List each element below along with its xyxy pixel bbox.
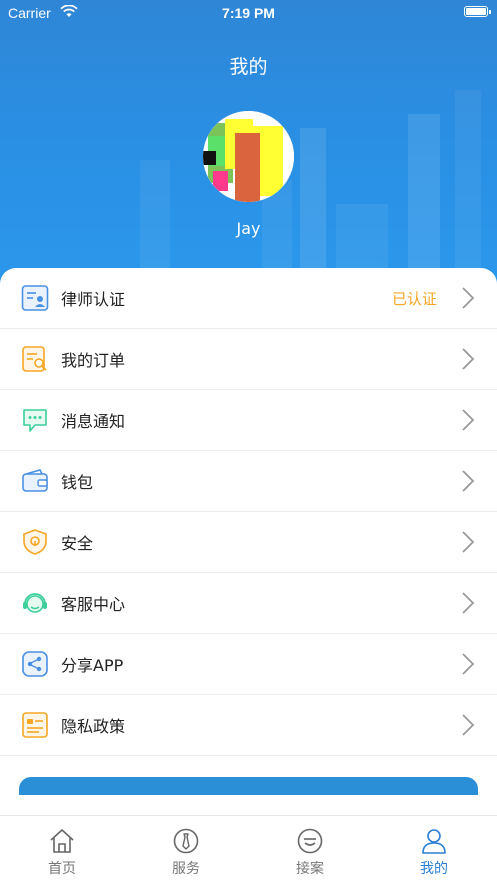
order-icon [21,345,49,373]
privacy-icon [21,711,49,739]
share-icon [21,650,49,678]
lawyer-certify-icon [21,284,49,312]
menu-label: 客服中心 [61,595,126,614]
menu-label: 律师认证 [61,290,126,309]
tab-bar: 首页 服务 接案 我的 [0,815,497,883]
tab-home[interactable]: 首页 [0,816,124,884]
message-icon [21,406,49,434]
menu-label: 隐私政策 [61,717,126,736]
chevron-right-icon [461,713,475,737]
menu-label: 钱包 [61,473,94,492]
chevron-right-icon [461,652,475,676]
wallet-icon [21,467,49,495]
tab-services[interactable]: 服务 [124,816,248,884]
shield-icon [21,528,49,556]
menu-label: 分享APP [61,656,124,675]
chevron-right-icon [461,286,475,310]
page-title: 我的 [229,56,268,78]
menu-item-security[interactable]: 安全 [0,512,497,573]
chevron-right-icon [461,591,475,615]
tab-label: 接案 [296,861,324,877]
case-icon [297,828,323,854]
tab-label: 我的 [420,861,448,877]
menu-item-customer-service[interactable]: 客服中心 [0,573,497,634]
battery-icon [464,6,491,17]
status-time: 7:19 PM [222,5,275,21]
username: Jay [236,219,261,238]
menu-label: 我的订单 [61,351,126,370]
tab-label: 首页 [48,861,76,877]
menu-label: 消息通知 [61,412,126,431]
content-divider-area [0,795,497,815]
menu-item-lawyer-certification[interactable]: 律师认证 已认证 [0,268,497,329]
chevron-right-icon [461,530,475,554]
tab-accept-case[interactable]: 接案 [248,816,372,884]
tie-icon [173,828,199,854]
menu-item-notifications[interactable]: 消息通知 [0,390,497,451]
avatar[interactable] [203,111,294,202]
tab-mine[interactable]: 我的 [372,816,496,884]
chevron-right-icon [461,347,475,371]
home-icon [49,828,75,854]
person-icon [421,828,447,854]
tab-label: 服务 [172,861,200,877]
chevron-right-icon [461,469,475,493]
chevron-right-icon [461,408,475,432]
menu-label: 安全 [61,534,94,553]
menu-item-my-orders[interactable]: 我的订单 [0,329,497,390]
headset-icon [21,589,49,617]
status-bar: Carrier 7:19 PM [0,0,497,26]
menu-item-wallet[interactable]: 钱包 [0,451,497,512]
menu-item-privacy-policy[interactable]: 隐私政策 [0,695,497,756]
menu-item-share-app[interactable]: 分享APP [0,634,497,695]
verified-status: 已认证 [391,289,437,308]
